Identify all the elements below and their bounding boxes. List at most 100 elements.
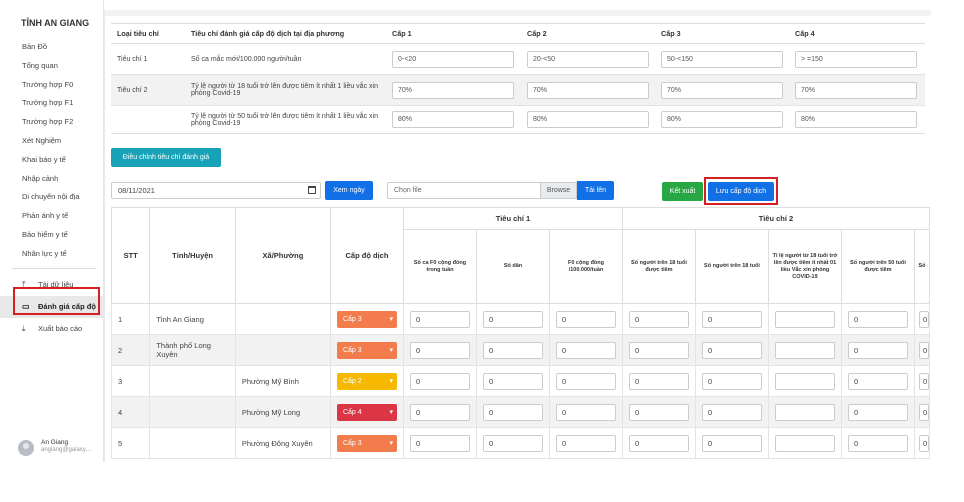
level-threshold-input[interactable]: 80% — [795, 111, 917, 128]
file-input[interactable]: Chọn file Browse — [387, 182, 577, 199]
value-input[interactable]: 0 — [628, 341, 689, 359]
value-input[interactable]: 0 — [701, 341, 762, 359]
col-header: Số — [913, 229, 931, 304]
value-cell: 0 — [621, 396, 696, 428]
level-threshold-input[interactable]: 80% — [661, 111, 783, 128]
sidebar-item-insurance[interactable]: Bảo hiểm y tế — [0, 226, 104, 245]
value-input[interactable]: 0 — [628, 403, 689, 421]
criteria-type: Tiêu chí 1 — [111, 43, 185, 75]
level-threshold-input[interactable]: 50-<150 — [661, 50, 783, 68]
level-threshold-input[interactable]: 80% — [392, 111, 514, 128]
value-input[interactable] — [774, 341, 835, 359]
value-cell: 0 — [548, 365, 623, 397]
sidebar-item-f0[interactable]: Trường hợp F0 — [0, 76, 104, 95]
value-input[interactable]: 0 — [918, 341, 929, 359]
value-input[interactable]: 0 — [555, 341, 616, 359]
value-input[interactable]: 0 — [409, 434, 470, 452]
value-input[interactable]: 0 — [701, 310, 762, 328]
value-input[interactable]: 0 — [555, 372, 616, 390]
value-input[interactable]: 0 — [918, 372, 929, 390]
level-threshold-input[interactable]: 20-<50 — [527, 50, 649, 68]
level-threshold-input[interactable]: 70% — [392, 81, 514, 99]
value-input[interactable]: 0 — [555, 310, 616, 328]
value-input[interactable]: 0 — [628, 372, 689, 390]
value-input[interactable]: 0 — [918, 434, 929, 452]
row-ward — [234, 334, 331, 366]
value-cell: 0 — [840, 365, 915, 397]
value-input[interactable]: 0 — [918, 310, 929, 328]
value-input[interactable]: 0 — [555, 434, 616, 452]
value-input[interactable]: 0 — [701, 434, 762, 452]
level-select[interactable]: Cấp 3 — [336, 434, 397, 452]
col-header-province: Tỉnh/Huyện — [149, 207, 236, 304]
sidebar-item-immigration[interactable]: Nhập cảnh — [0, 170, 104, 189]
user-email: angiang@galaxy.... — [41, 447, 93, 453]
value-input[interactable] — [774, 434, 835, 452]
level-threshold-input[interactable]: > =150 — [795, 50, 917, 68]
calendar-icon[interactable] — [308, 186, 316, 194]
value-input[interactable]: 0 — [409, 372, 470, 390]
sidebar-item-testing[interactable]: Xét Nghiệm — [0, 132, 104, 151]
level-threshold-input[interactable]: 70% — [661, 81, 783, 99]
row-stt: 5 — [110, 427, 151, 459]
adjust-criteria-button[interactable]: Điều chỉnh tiêu chí đánh giá — [111, 148, 221, 167]
value-input[interactable]: 0 — [555, 403, 616, 421]
criteria-desc: Tỷ lệ người từ 50 tuổi trở lên được tiêm… — [185, 105, 386, 134]
value-input[interactable]: 0 — [701, 403, 762, 421]
row-province — [149, 396, 236, 428]
level-threshold-input[interactable]: 0-<20 — [392, 50, 514, 68]
value-input[interactable]: 0 — [482, 310, 543, 328]
value-input[interactable]: 0 — [628, 434, 689, 452]
value-input[interactable] — [774, 372, 835, 390]
sidebar-item-f1[interactable]: Trường hợp F1 — [0, 94, 104, 113]
value-input[interactable] — [774, 403, 835, 421]
sidebar-item-overview[interactable]: Tổng quan — [0, 57, 104, 76]
value-input[interactable]: 0 — [409, 310, 470, 328]
value-input[interactable]: 0 — [409, 403, 470, 421]
value-cell: 0 — [621, 365, 696, 397]
date-input[interactable]: 08/11/2021 — [111, 182, 321, 199]
value-input[interactable] — [774, 310, 835, 328]
level-threshold-input[interactable]: 80% — [527, 111, 649, 128]
view-date-button[interactable]: Xem ngày — [325, 181, 373, 200]
level-select[interactable]: Cấp 4 — [336, 403, 397, 421]
value-input[interactable]: 0 — [482, 434, 543, 452]
row-stt: 2 — [110, 334, 151, 366]
sidebar-item-export-report[interactable]: ⤓ Xuất báo cáo — [0, 318, 104, 340]
export-button[interactable]: Kết xuất — [662, 182, 703, 201]
value-input[interactable]: 0 — [847, 434, 908, 452]
value-input[interactable]: 0 — [482, 372, 543, 390]
value-input[interactable]: 0 — [701, 372, 762, 390]
sidebar-item-feedback[interactable]: Phản ánh y tế — [0, 207, 104, 226]
col-header: Số người trên 18 tuổi — [694, 229, 769, 304]
sidebar-item-staff[interactable]: Nhân lực y tế — [0, 245, 104, 264]
value-cell: 0 — [475, 334, 550, 366]
value-input[interactable]: 0 — [482, 403, 543, 421]
value-input[interactable]: 0 — [847, 310, 908, 328]
value-cell: 0 — [402, 396, 477, 428]
value-input[interactable]: 0 — [847, 372, 908, 390]
value-input[interactable]: 0 — [847, 341, 908, 359]
sidebar-item-health-declaration[interactable]: Khai báo y tế — [0, 151, 104, 170]
level-threshold-input[interactable]: 70% — [527, 81, 649, 99]
level-select[interactable]: Cấp 3 — [336, 310, 397, 328]
level-select[interactable]: Cấp 3 — [336, 341, 397, 359]
upload-button[interactable]: Tải lên — [577, 181, 614, 200]
value-input[interactable]: 0 — [847, 403, 908, 421]
sidebar-item-map[interactable]: Bản Đồ — [0, 38, 104, 57]
level-select[interactable]: Cấp 2 — [336, 372, 397, 390]
row-ward: Phường Mỹ Long — [234, 396, 331, 428]
value-cell: 0 — [840, 334, 915, 366]
browse-button[interactable]: Browse — [540, 183, 576, 198]
sidebar-item-domestic-travel[interactable]: Di chuyển nội địa — [0, 188, 104, 207]
level-cell: Cấp 2 — [329, 365, 404, 397]
row-ward: Phường Mỹ Bình — [234, 365, 331, 397]
table-row: 3Phường Mỹ BìnhCấp 20000000 — [110, 365, 931, 397]
value-input[interactable]: 0 — [628, 310, 689, 328]
level-threshold-input[interactable]: 70% — [795, 81, 917, 99]
value-input[interactable]: 0 — [482, 341, 543, 359]
value-cell: 0 — [548, 334, 623, 366]
value-input[interactable]: 0 — [918, 403, 929, 421]
sidebar-item-f2[interactable]: Trường hợp F2 — [0, 113, 104, 132]
value-input[interactable]: 0 — [409, 341, 470, 359]
